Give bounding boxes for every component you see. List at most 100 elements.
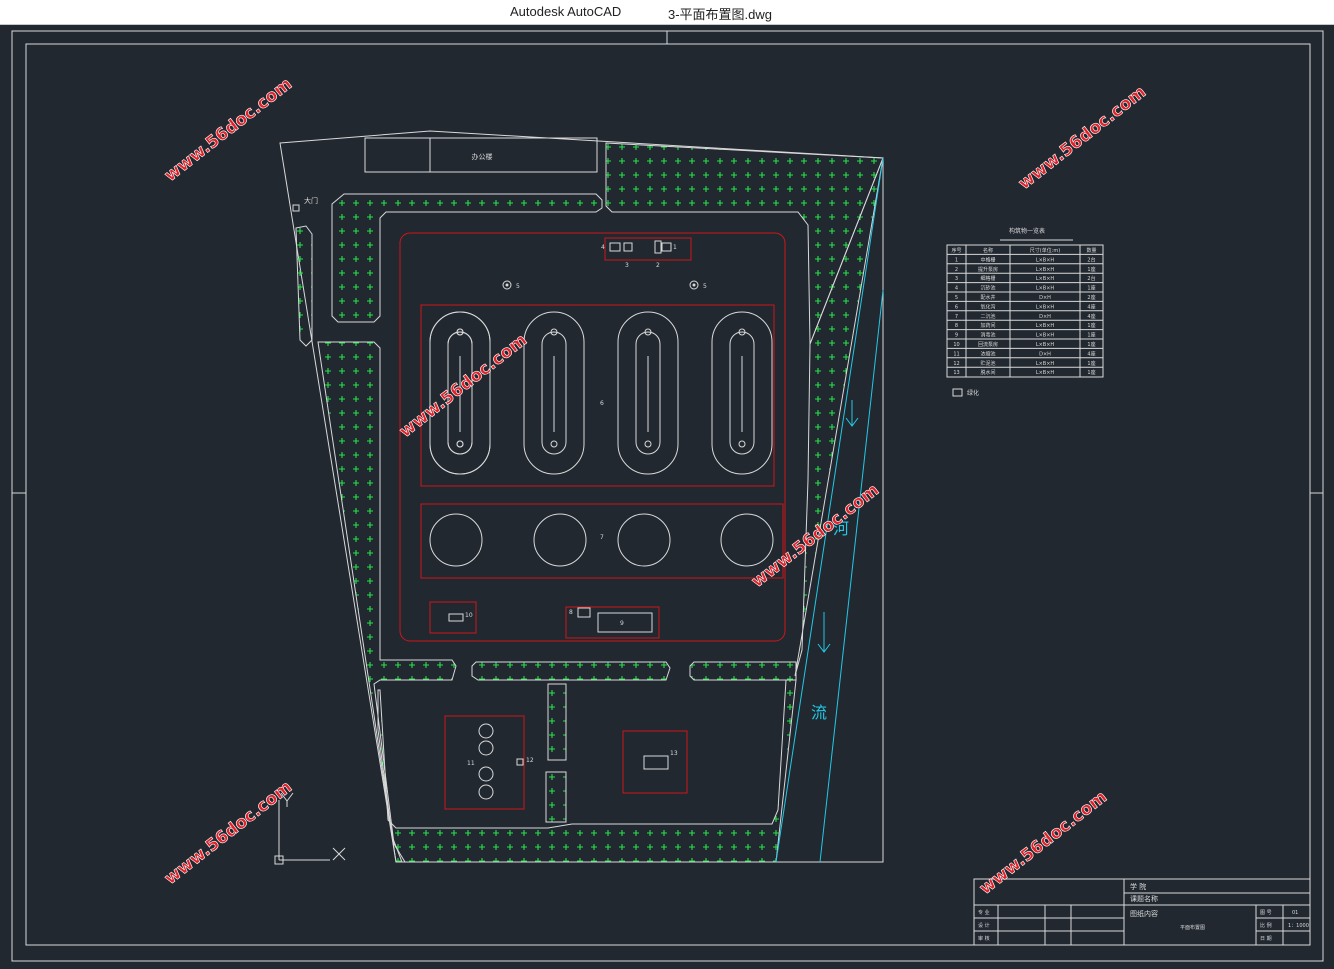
label-5a: 5	[516, 283, 520, 290]
clarifier-4	[720, 513, 774, 567]
legend-cell: 1座	[1087, 332, 1095, 339]
gate-label: 大门	[304, 196, 318, 205]
clarifier-area	[420, 503, 784, 579]
tb-major-label: 专 业	[978, 909, 990, 916]
legend-table-title: 构筑物一览表	[1009, 227, 1045, 235]
legend-cell: 4座	[1087, 350, 1095, 357]
ucs-icon	[274, 792, 346, 865]
legend-cell: 9	[955, 333, 958, 339]
legend-cell: 1座	[1087, 369, 1095, 376]
structure-legend-table: 构筑物一览表 序号 名称 尺寸(单位:m) 数量 1 中格栅 L×B×H 2台 2 提升泵房 L×B…	[946, 227, 1104, 397]
legend-cell: 4座	[1087, 303, 1095, 310]
legend-cell: 13	[953, 370, 959, 376]
legend-cell: 6	[955, 304, 958, 310]
legend-cell: 8	[955, 323, 958, 329]
label-4: 4	[601, 244, 605, 251]
watermark-5: www.56doc.com	[161, 777, 296, 889]
legend-cell: 3	[955, 276, 958, 282]
label-3: 3	[625, 262, 629, 269]
tb-school-label: 学 院	[1130, 882, 1146, 891]
legend-cell: L×B×H	[1036, 342, 1055, 348]
legend-cell: 1座	[1087, 341, 1095, 348]
watermark-6: www.56doc.com	[976, 787, 1111, 899]
oxidation-ditch-3	[617, 311, 679, 475]
legend-cell: 4	[955, 286, 958, 292]
legend-cell: 二沉池	[980, 313, 995, 320]
legend-cell: 中格栅	[980, 256, 995, 263]
label-6: 6	[600, 400, 604, 407]
disinfection-block	[565, 606, 660, 639]
legend-cell: 2台	[1087, 256, 1095, 263]
tb-date-label: 日 期	[1260, 936, 1272, 942]
legend-cell: 12	[953, 361, 959, 367]
oxidation-ditch-area	[420, 304, 775, 487]
legend-cell: 2	[955, 267, 958, 273]
drawing-canvas[interactable]: 办公楼 大门 4 1 3 2 5 5 6 7 10 8 9 11 12 13 河…	[0, 24, 1334, 969]
file-name: 3-平面布置图.dwg	[668, 7, 773, 22]
green-areas	[295, 142, 884, 863]
thickener-2	[478, 740, 494, 756]
legend-cell: 加药间	[980, 322, 995, 329]
river-label-2: 流	[811, 703, 827, 722]
tb-design-label: 设 计	[978, 922, 990, 929]
label-7: 7	[600, 534, 604, 541]
legend-cell: 11	[953, 351, 959, 357]
thickener-4	[478, 784, 494, 800]
legend-cell: L×B×H	[1036, 304, 1055, 310]
label-9: 9	[620, 620, 624, 627]
watermark-3: www.56doc.com	[396, 330, 531, 442]
legend-header-cell: 序号	[951, 247, 961, 254]
process-area-outline	[399, 232, 786, 642]
tb-drawing-name: 平面布置图	[1180, 924, 1205, 931]
legend-cell: 氧化沟	[980, 303, 995, 310]
tb-scale-value: 1：1000	[1288, 923, 1309, 929]
tb-project-label: 课题名称	[1130, 894, 1158, 903]
legend-cell: 5	[955, 295, 958, 301]
app-name: Autodesk AutoCAD	[510, 4, 622, 19]
oxidation-ditch-2	[523, 311, 585, 475]
legend-cell: 1座	[1087, 266, 1095, 273]
legend-header-cell: 名称	[983, 247, 993, 254]
legend-cell: 1座	[1087, 285, 1095, 292]
legend-cell: 1座	[1087, 360, 1095, 367]
legend-cell: L×B×H	[1036, 286, 1055, 292]
thickener-1	[478, 723, 494, 739]
label-12: 12	[526, 757, 534, 764]
legend-cell: 配水井	[980, 294, 995, 301]
legend-cell: 回流泵房	[978, 341, 998, 348]
legend-cell: 2台	[1087, 275, 1095, 282]
sludge-thickener-area	[444, 715, 525, 810]
legend-cell: 2座	[1087, 294, 1095, 301]
tb-sheet-value: 01	[1292, 910, 1298, 916]
legend-cell: L×B×H	[1036, 333, 1055, 339]
legend-cell: 4座	[1087, 313, 1095, 320]
legend-cell: D×H	[1039, 351, 1051, 357]
label-5b: 5	[703, 283, 707, 290]
legend-cell: D×H	[1039, 295, 1051, 301]
watermark-2: www.56doc.com	[1015, 82, 1150, 194]
legend-cell: 细格栅	[980, 275, 995, 282]
dewatering-house	[622, 730, 688, 794]
title-bar: Autodesk AutoCAD 3-平面布置图.dwg	[0, 0, 1334, 25]
legend-cell: 脱水间	[980, 369, 995, 376]
legend-cell: L×B×H	[1036, 276, 1055, 282]
pump-screen-block	[604, 237, 692, 261]
tb-drawing-label: 图纸内容	[1130, 909, 1158, 918]
legend-header-cell: 尺寸(单位:m)	[1030, 247, 1061, 254]
thickener-3	[478, 766, 494, 782]
legend-cell: D×H	[1039, 314, 1051, 320]
label-13: 13	[670, 750, 678, 757]
label-11: 11	[467, 760, 475, 767]
legend-cell: L×B×H	[1036, 361, 1055, 367]
legend-cell: 7	[955, 314, 958, 320]
tb-sheet-label: 图 号	[1260, 910, 1272, 916]
watermark-1: www.56doc.com	[161, 74, 296, 186]
label-8: 8	[569, 609, 573, 616]
legend-cell: L×B×H	[1036, 267, 1055, 273]
legend-header-cell: 数量	[1086, 247, 1096, 254]
legend-cell: L×B×H	[1036, 257, 1055, 263]
office-label: 办公楼	[472, 152, 493, 161]
clarifier-1	[429, 513, 483, 567]
label-10: 10	[465, 612, 473, 619]
legend-cell: 消毒池	[980, 332, 995, 339]
